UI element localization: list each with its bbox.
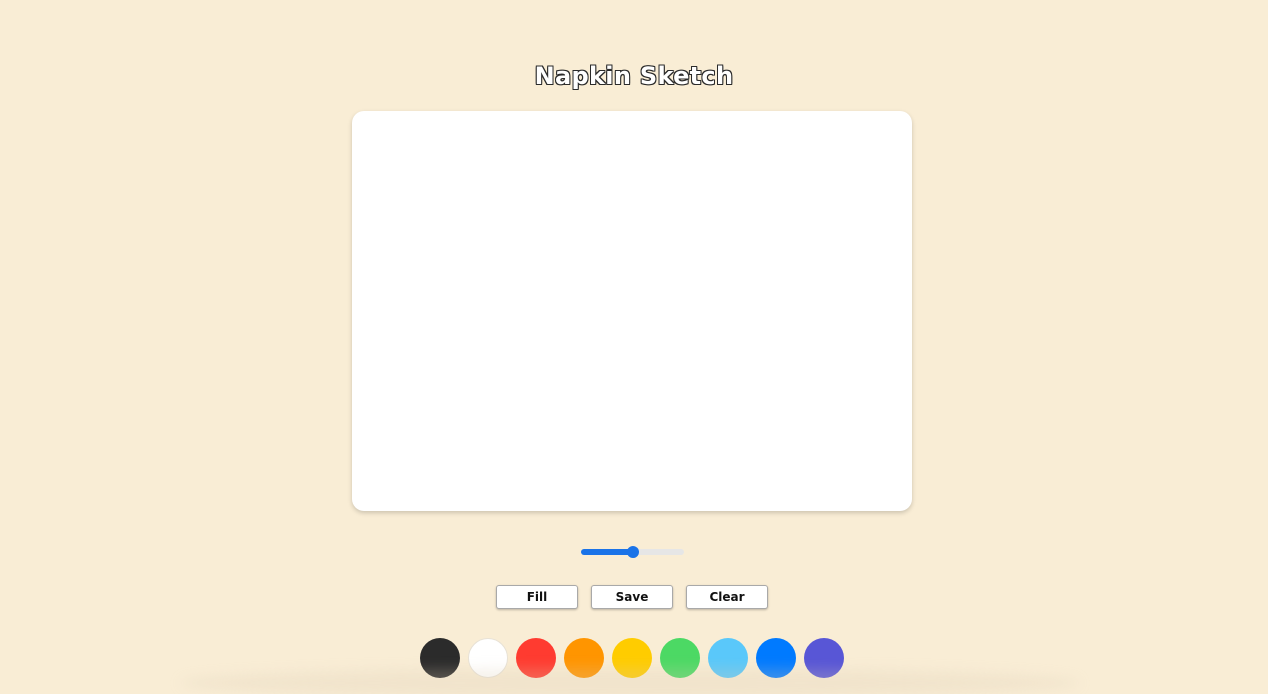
slider-fill [581,549,633,555]
color-swatch-yellow[interactable] [612,638,652,678]
action-buttons: Fill Save Clear [496,585,772,609]
color-swatch-orange[interactable] [564,638,604,678]
fill-button[interactable]: Fill [496,585,578,609]
color-palette [420,638,844,678]
slider-thumb[interactable] [627,546,639,558]
color-swatch-white[interactable] [468,638,508,678]
brush-size-slider[interactable] [581,546,684,558]
clear-button[interactable]: Clear [686,585,768,609]
color-swatch-red[interactable] [516,638,556,678]
color-swatch-black[interactable] [420,638,460,678]
page-title: Napkin Sketch [534,62,734,90]
color-swatch-green[interactable] [660,638,700,678]
color-swatch-light-blue[interactable] [708,638,748,678]
napkin-sketch-app: Napkin Sketch Fill Save Clear [0,0,1268,694]
drawing-canvas[interactable] [352,111,912,511]
color-swatch-purple[interactable] [804,638,844,678]
color-swatch-blue[interactable] [756,638,796,678]
save-button[interactable]: Save [591,585,673,609]
